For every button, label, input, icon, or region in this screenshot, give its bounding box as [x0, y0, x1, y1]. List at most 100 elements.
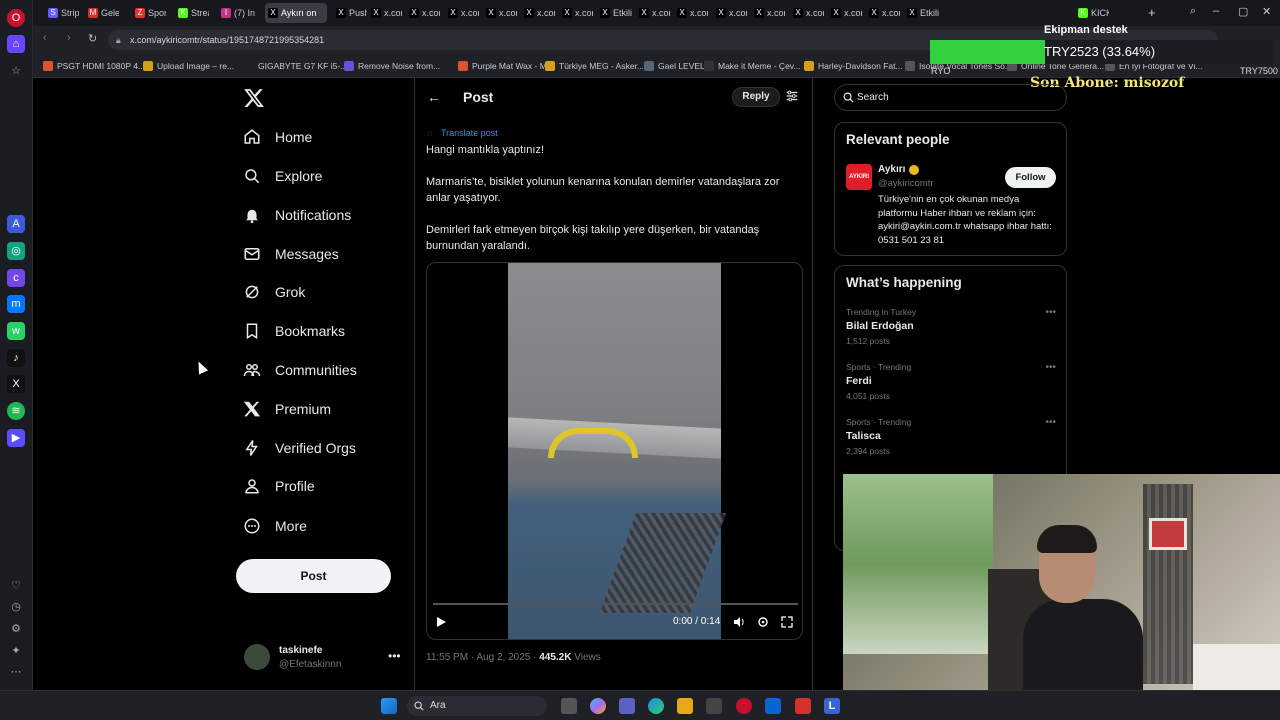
- star-icon[interactable]: ☆: [7, 62, 25, 80]
- messenger-icon[interactable]: m: [7, 295, 25, 313]
- task-view-icon[interactable]: [561, 698, 577, 714]
- trend-more-icon[interactable]: •••: [1045, 417, 1056, 428]
- reload-icon[interactable]: ↻: [88, 32, 97, 45]
- cs-icon[interactable]: c: [7, 269, 25, 287]
- nav-item-premium[interactable]: Premium: [243, 394, 331, 424]
- translate-link[interactable]: ◌ Translate post: [427, 128, 498, 138]
- browser-tab[interactable]: I (7) In: [218, 3, 256, 23]
- nav-item-home[interactable]: Home: [243, 122, 312, 152]
- new-tab-icon[interactable]: +: [1148, 5, 1156, 20]
- store-icon[interactable]: [706, 698, 722, 714]
- bookmark-item[interactable]: Purple Mat Wax - M...: [458, 59, 554, 73]
- volume-icon[interactable]: [733, 616, 745, 628]
- filter-icon[interactable]: [785, 89, 799, 103]
- nav-item-notifications[interactable]: Notifications: [243, 200, 351, 230]
- forward-nav-icon[interactable]: ›: [67, 32, 71, 44]
- bookmark-item[interactable]: Make it Meme - Çev...: [704, 59, 801, 73]
- more-dots-icon[interactable]: •••: [388, 649, 401, 663]
- bookmark-item[interactable]: Gael LEVEL: [644, 59, 705, 73]
- bookmark-item[interactable]: Remove Noise from...: [344, 59, 440, 73]
- browser-tab[interactable]: Xx.con: [636, 3, 670, 23]
- heart-icon[interactable]: ♡: [7, 577, 25, 595]
- trend-more-icon[interactable]: •••: [1045, 362, 1056, 373]
- browser-tab[interactable]: Xx.con: [790, 3, 824, 23]
- trend-item[interactable]: Trending in Turkey Bilal Erdoğan 1,512 pos…: [846, 307, 1056, 346]
- taskbar-search[interactable]: Ara: [407, 696, 547, 716]
- reply-button[interactable]: Reply: [732, 87, 780, 107]
- outlook-icon[interactable]: [765, 698, 781, 714]
- whatsapp-icon[interactable]: w: [7, 322, 25, 340]
- opera-taskbar-icon[interactable]: [736, 698, 752, 714]
- maximize-icon[interactable]: ▢: [1238, 5, 1248, 18]
- trend-more-icon[interactable]: •••: [1045, 307, 1056, 318]
- browser-tab[interactable]: S Strip: [45, 3, 79, 23]
- browser-tab[interactable]: Xx.con: [866, 3, 900, 23]
- browser-tab[interactable]: Xx.con: [559, 3, 593, 23]
- windows-start-icon[interactable]: [381, 698, 397, 714]
- browser-tab[interactable]: X Etkili: [904, 3, 942, 23]
- copilot-icon[interactable]: [590, 698, 606, 714]
- l-app-icon[interactable]: L: [824, 698, 840, 714]
- browser-tab[interactable]: Xx.con: [828, 3, 862, 23]
- browser-tab[interactable]: KKICK: [1075, 3, 1109, 23]
- history-icon[interactable]: ◷: [7, 598, 25, 616]
- nav-item-bookmarks[interactable]: Bookmarks: [243, 316, 345, 346]
- bookmark-item[interactable]: PSGT HDMI 1080P 4...: [43, 59, 145, 73]
- play-icon[interactable]: [435, 616, 447, 628]
- follow-button[interactable]: Follow: [1005, 167, 1056, 188]
- bookmark-item[interactable]: GIGABYTE G7 KF i5-...: [244, 59, 347, 73]
- aria-icon[interactable]: A: [7, 215, 25, 233]
- x-logo-icon[interactable]: [243, 87, 265, 109]
- more-sidebar-icon[interactable]: ⋯: [7, 663, 25, 681]
- wps-icon[interactable]: [795, 698, 811, 714]
- browser-tab[interactable]: MGeler: [85, 3, 119, 23]
- explorer-icon[interactable]: [677, 698, 693, 714]
- back-nav-icon[interactable]: ‹: [43, 32, 47, 44]
- bookmark-item[interactable]: Upload Image – re...: [143, 59, 234, 73]
- browser-tab[interactable]: Xx.con: [483, 3, 517, 23]
- browser-tab[interactable]: Xx.con: [445, 3, 479, 23]
- fullscreen-icon[interactable]: [781, 616, 793, 628]
- browser-tab[interactable]: X Etkili: [597, 3, 635, 23]
- minimize-icon[interactable]: –: [1213, 5, 1219, 17]
- close-window-icon[interactable]: ✕: [1262, 5, 1271, 18]
- teams-icon[interactable]: [619, 698, 635, 714]
- browser-tab[interactable]: Xx.con: [751, 3, 785, 23]
- account-switcher[interactable]: taskinefe @Efetaskinnn •••: [244, 643, 404, 673]
- nav-item-profile[interactable]: Profile: [243, 471, 315, 501]
- browser-tab[interactable]: X Aykırı on: [265, 3, 327, 23]
- edge-icon[interactable]: [648, 698, 664, 714]
- spotify-icon[interactable]: ≋: [7, 402, 25, 420]
- opera-home-icon[interactable]: ⌂: [7, 35, 25, 53]
- settings-icon[interactable]: ⚙: [7, 620, 25, 638]
- lightbulb-icon[interactable]: ✦: [7, 642, 25, 660]
- browser-tab[interactable]: Z Spor: [132, 3, 166, 23]
- bookmark-item[interactable]: Türkiye MEG - Asker...: [545, 59, 644, 73]
- player-icon[interactable]: ▶: [7, 429, 25, 447]
- video-player[interactable]: 0:00 / 0:14: [426, 262, 803, 640]
- browser-tab[interactable]: Xx.con: [713, 3, 747, 23]
- nav-item-messages[interactable]: Messages: [243, 239, 339, 269]
- video-progress[interactable]: [433, 603, 798, 605]
- trend-item[interactable]: Sports · Trending Talisca 2,394 posts •••: [846, 417, 1056, 456]
- opera-logo-icon[interactable]: O: [7, 9, 25, 27]
- browser-tab[interactable]: Xx.con: [406, 3, 440, 23]
- tiktok-icon[interactable]: ♪: [7, 349, 25, 367]
- x-sidebar-icon[interactable]: X: [7, 375, 25, 393]
- aykiri-avatar[interactable]: AYKIRI: [846, 164, 872, 190]
- chatgpt-icon[interactable]: ◎: [7, 242, 25, 260]
- nav-item-communities[interactable]: Communities: [243, 355, 357, 385]
- post-button[interactable]: Post: [236, 559, 391, 593]
- browser-tab[interactable]: Xx.con: [674, 3, 708, 23]
- nav-item-verified-orgs[interactable]: Verified Orgs: [243, 433, 356, 463]
- gear-icon[interactable]: [757, 616, 769, 628]
- nav-item-grok[interactable]: Grok: [243, 277, 305, 307]
- browser-tab[interactable]: KStrea: [175, 3, 209, 23]
- search-input[interactable]: Search: [834, 84, 1067, 111]
- rp-name[interactable]: Aykırı: [878, 164, 905, 175]
- browser-tab[interactable]: Xx.con: [521, 3, 555, 23]
- search-tabs-icon[interactable]: ⌕: [1190, 5, 1196, 18]
- browser-tab[interactable]: Xx.con: [368, 3, 402, 23]
- back-arrow-icon[interactable]: ←: [427, 89, 441, 105]
- nav-item-more[interactable]: More: [243, 511, 307, 541]
